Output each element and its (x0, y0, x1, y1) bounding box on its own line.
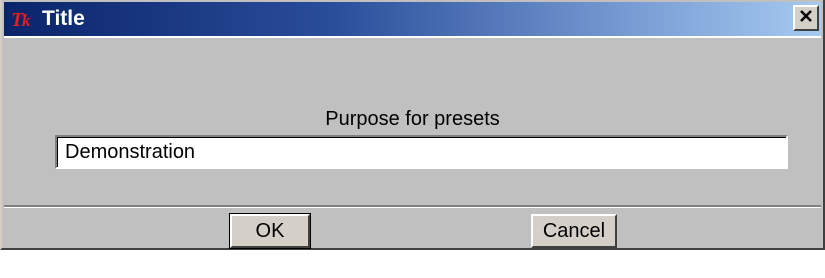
title-bar[interactable]: T k Title (4, 2, 821, 36)
dialog-window: T k Title Purpose for presets OK Cancel (0, 0, 825, 250)
dialog-body: Purpose for presets (4, 36, 821, 207)
purpose-input[interactable] (55, 135, 788, 169)
background-strip (0, 250, 825, 278)
ok-button[interactable]: OK (229, 213, 311, 249)
cancel-button[interactable]: Cancel (531, 214, 617, 248)
close-button[interactable] (793, 5, 819, 31)
button-bar: OK Cancel (4, 207, 821, 249)
svg-text:k: k (22, 11, 31, 30)
close-icon (799, 9, 813, 27)
prompt-label: Purpose for presets (325, 108, 500, 130)
window-title: Title (42, 7, 85, 30)
tk-feather-icon[interactable]: T k (10, 4, 40, 34)
